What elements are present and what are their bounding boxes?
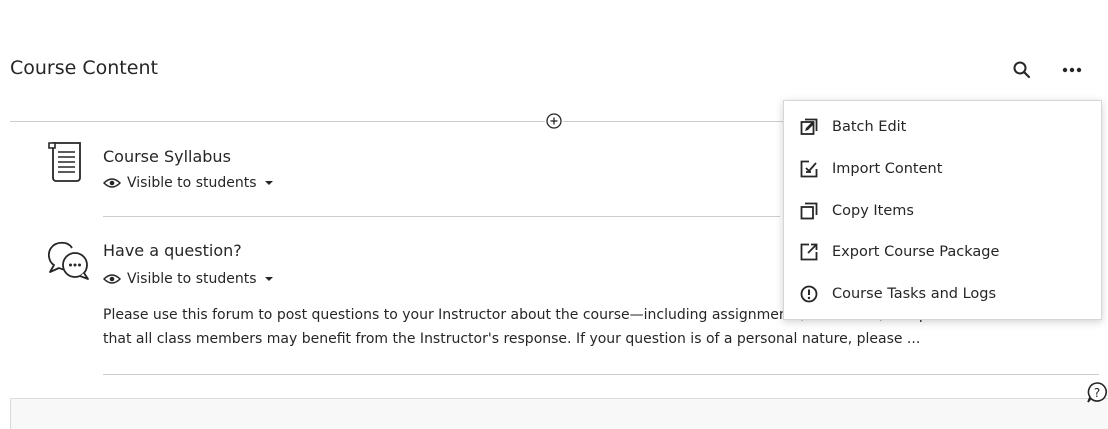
chevron-down-icon: [264, 277, 273, 281]
menu-item-label: Export Course Package: [832, 244, 1000, 260]
search-button[interactable]: [1008, 56, 1036, 84]
document-icon: [47, 140, 87, 188]
visibility-label: Visible to students: [127, 271, 257, 287]
menu-item-label: Batch Edit: [832, 119, 907, 135]
import-icon: [798, 158, 820, 180]
menu-item-label: Import Content: [832, 161, 943, 177]
search-icon: [1013, 61, 1031, 79]
visibility-dropdown-syllabus[interactable]: Visible to students: [103, 175, 273, 191]
eye-icon: [103, 274, 121, 284]
eye-icon: [103, 178, 121, 188]
svg-text:?: ?: [1094, 386, 1100, 400]
item-title-question[interactable]: Have a question?: [103, 241, 242, 260]
menu-item-label: Copy Items: [832, 203, 914, 219]
page-title: Course Content: [10, 57, 158, 79]
menu-item-copy-items[interactable]: Copy Items: [784, 193, 1101, 229]
item-title-syllabus[interactable]: Course Syllabus: [103, 147, 231, 166]
visibility-label: Visible to students: [127, 175, 257, 191]
batch-edit-icon: [798, 116, 820, 138]
item-divider: [103, 374, 1099, 375]
add-content-button[interactable]: [545, 112, 563, 130]
copy-icon: [798, 200, 820, 222]
visibility-dropdown-question[interactable]: Visible to students: [103, 271, 273, 287]
help-button[interactable]: ?: [1084, 380, 1108, 406]
menu-item-import-content[interactable]: Import Content: [784, 151, 1101, 187]
add-circle-icon: [546, 113, 562, 129]
export-icon: [798, 241, 820, 263]
description-line: that all class members may benefit from …: [103, 331, 921, 347]
more-options-button[interactable]: [1058, 56, 1086, 84]
help-icon: ?: [1087, 382, 1108, 403]
more-options-icon: [1062, 67, 1082, 73]
menu-item-label: Course Tasks and Logs: [832, 286, 997, 302]
menu-item-batch-edit[interactable]: Batch Edit: [784, 109, 1101, 145]
alert-circle-icon: [798, 283, 820, 305]
item-divider: [103, 216, 780, 217]
more-options-menu: Batch Edit Import Content Copy Items Exp…: [783, 100, 1102, 320]
discussion-icon: [46, 238, 92, 286]
chevron-down-icon: [264, 181, 273, 185]
menu-item-export-course-package[interactable]: Export Course Package: [784, 234, 1101, 270]
menu-item-course-tasks-logs[interactable]: Course Tasks and Logs: [784, 276, 1101, 312]
